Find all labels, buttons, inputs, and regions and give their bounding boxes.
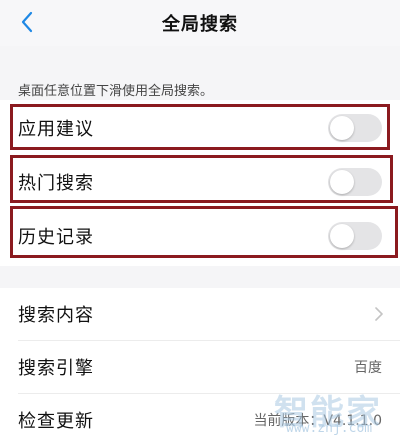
toggle-row-hot-search[interactable]: 热门搜索 bbox=[0, 156, 400, 208]
menu-item-search-content[interactable]: 搜索内容 bbox=[0, 288, 400, 340]
menu-item-search-engine[interactable]: 搜索引擎 百度 bbox=[0, 341, 400, 393]
back-button[interactable] bbox=[14, 9, 40, 35]
toggle-row-app-suggestions[interactable]: 应用建议 bbox=[0, 102, 400, 154]
hot-search-switch[interactable] bbox=[328, 168, 382, 196]
switch-knob bbox=[330, 170, 354, 194]
menu-item-label: 搜索内容 bbox=[18, 305, 94, 326]
title-bar: 全局搜索 bbox=[0, 0, 400, 46]
switch-knob bbox=[330, 116, 354, 140]
chevron-right-icon bbox=[375, 307, 383, 321]
back-arrow-icon bbox=[21, 11, 33, 33]
hint-text: 桌面任意位置下滑使用全局搜索。 bbox=[18, 84, 214, 99]
history-switch[interactable] bbox=[328, 222, 382, 250]
current-version-value: 当前版本：V4.1.1.0 bbox=[253, 413, 382, 429]
page-title: 全局搜索 bbox=[162, 14, 238, 35]
menu-item-label: 搜索引擎 bbox=[18, 358, 94, 379]
search-engine-value: 百度 bbox=[354, 360, 382, 376]
toggle-label: 历史记录 bbox=[18, 227, 94, 248]
menu-item-check-update[interactable]: 检查更新 当前版本：V4.1.1.0 bbox=[0, 394, 400, 443]
toggle-row-history[interactable]: 历史记录 bbox=[0, 210, 400, 262]
switch-knob bbox=[330, 224, 354, 248]
toggle-label: 热门搜索 bbox=[18, 173, 94, 194]
app-suggestions-switch[interactable] bbox=[328, 114, 382, 142]
toggle-label: 应用建议 bbox=[18, 119, 94, 140]
menu-item-label: 检查更新 bbox=[18, 411, 94, 432]
